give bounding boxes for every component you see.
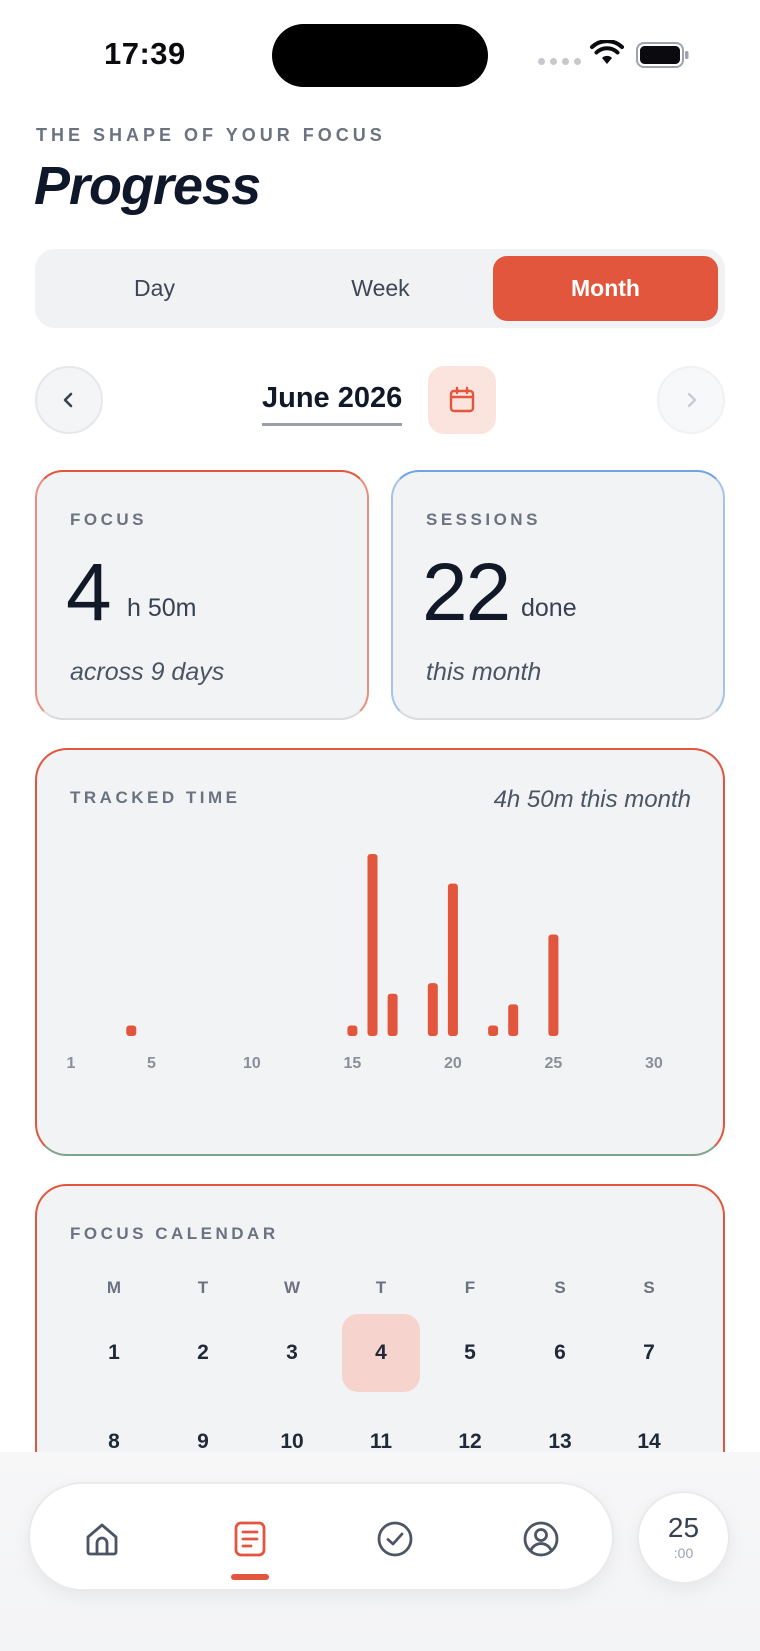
calendar-day-today[interactable]: 4	[342, 1314, 420, 1392]
weekday-header: T	[375, 1278, 387, 1297]
profile-icon	[523, 1521, 559, 1557]
timer-seconds: :00	[673, 1545, 694, 1561]
calendar-day[interactable]: 8	[75, 1403, 153, 1452]
calendar-day[interactable]: 3	[253, 1314, 331, 1392]
calendar-day[interactable]: 11	[342, 1403, 420, 1452]
calendar-day[interactable]: 7	[610, 1314, 688, 1392]
focus-calendar-label: FOCUS CALENDAR	[70, 1224, 279, 1243]
focus-calendar-card: FOCUS CALENDAR M T W T F S S 1 2 3 4 5 6 7 8 9 10 11 12 13 1…	[35, 1184, 725, 1452]
tab-tasks[interactable]	[362, 1506, 428, 1572]
weekday-header: W	[283, 1278, 301, 1297]
tab-journal[interactable]	[217, 1506, 283, 1572]
calendar-day[interactable]: 12	[431, 1403, 509, 1452]
calendar-day[interactable]: 9	[164, 1403, 242, 1452]
calendar-day[interactable]: 13	[521, 1403, 599, 1452]
weekday-header: M	[106, 1278, 122, 1297]
active-tab-indicator	[231, 1574, 269, 1580]
calendar-day[interactable]: 10	[253, 1403, 331, 1452]
weekday-header: T	[197, 1278, 209, 1297]
weekday-header: S	[643, 1278, 655, 1297]
home-icon	[86, 1523, 118, 1556]
tab-profile[interactable]	[508, 1506, 574, 1572]
focus-timer-button[interactable]: 25 :00	[637, 1491, 730, 1584]
journal-icon	[234, 1521, 266, 1557]
tab-bar	[28, 1482, 614, 1591]
tab-home[interactable]	[69, 1506, 135, 1572]
calendar-day[interactable]: 6	[521, 1314, 599, 1392]
weekday-header: S	[554, 1278, 566, 1297]
check-circle-icon	[377, 1521, 413, 1557]
timer-minutes: 25	[667, 1512, 700, 1543]
calendar-day[interactable]: 1	[75, 1314, 153, 1392]
weekday-header: F	[464, 1278, 476, 1297]
calendar-day[interactable]: 14	[610, 1403, 688, 1452]
calendar-day[interactable]: 5	[431, 1314, 509, 1392]
calendar-day[interactable]: 2	[164, 1314, 242, 1392]
calendar-clip: FOCUS CALENDAR M T W T F S S 1 2 3 4 5 6 7 8 9 10 11 12 13 1…	[0, 0, 760, 1452]
